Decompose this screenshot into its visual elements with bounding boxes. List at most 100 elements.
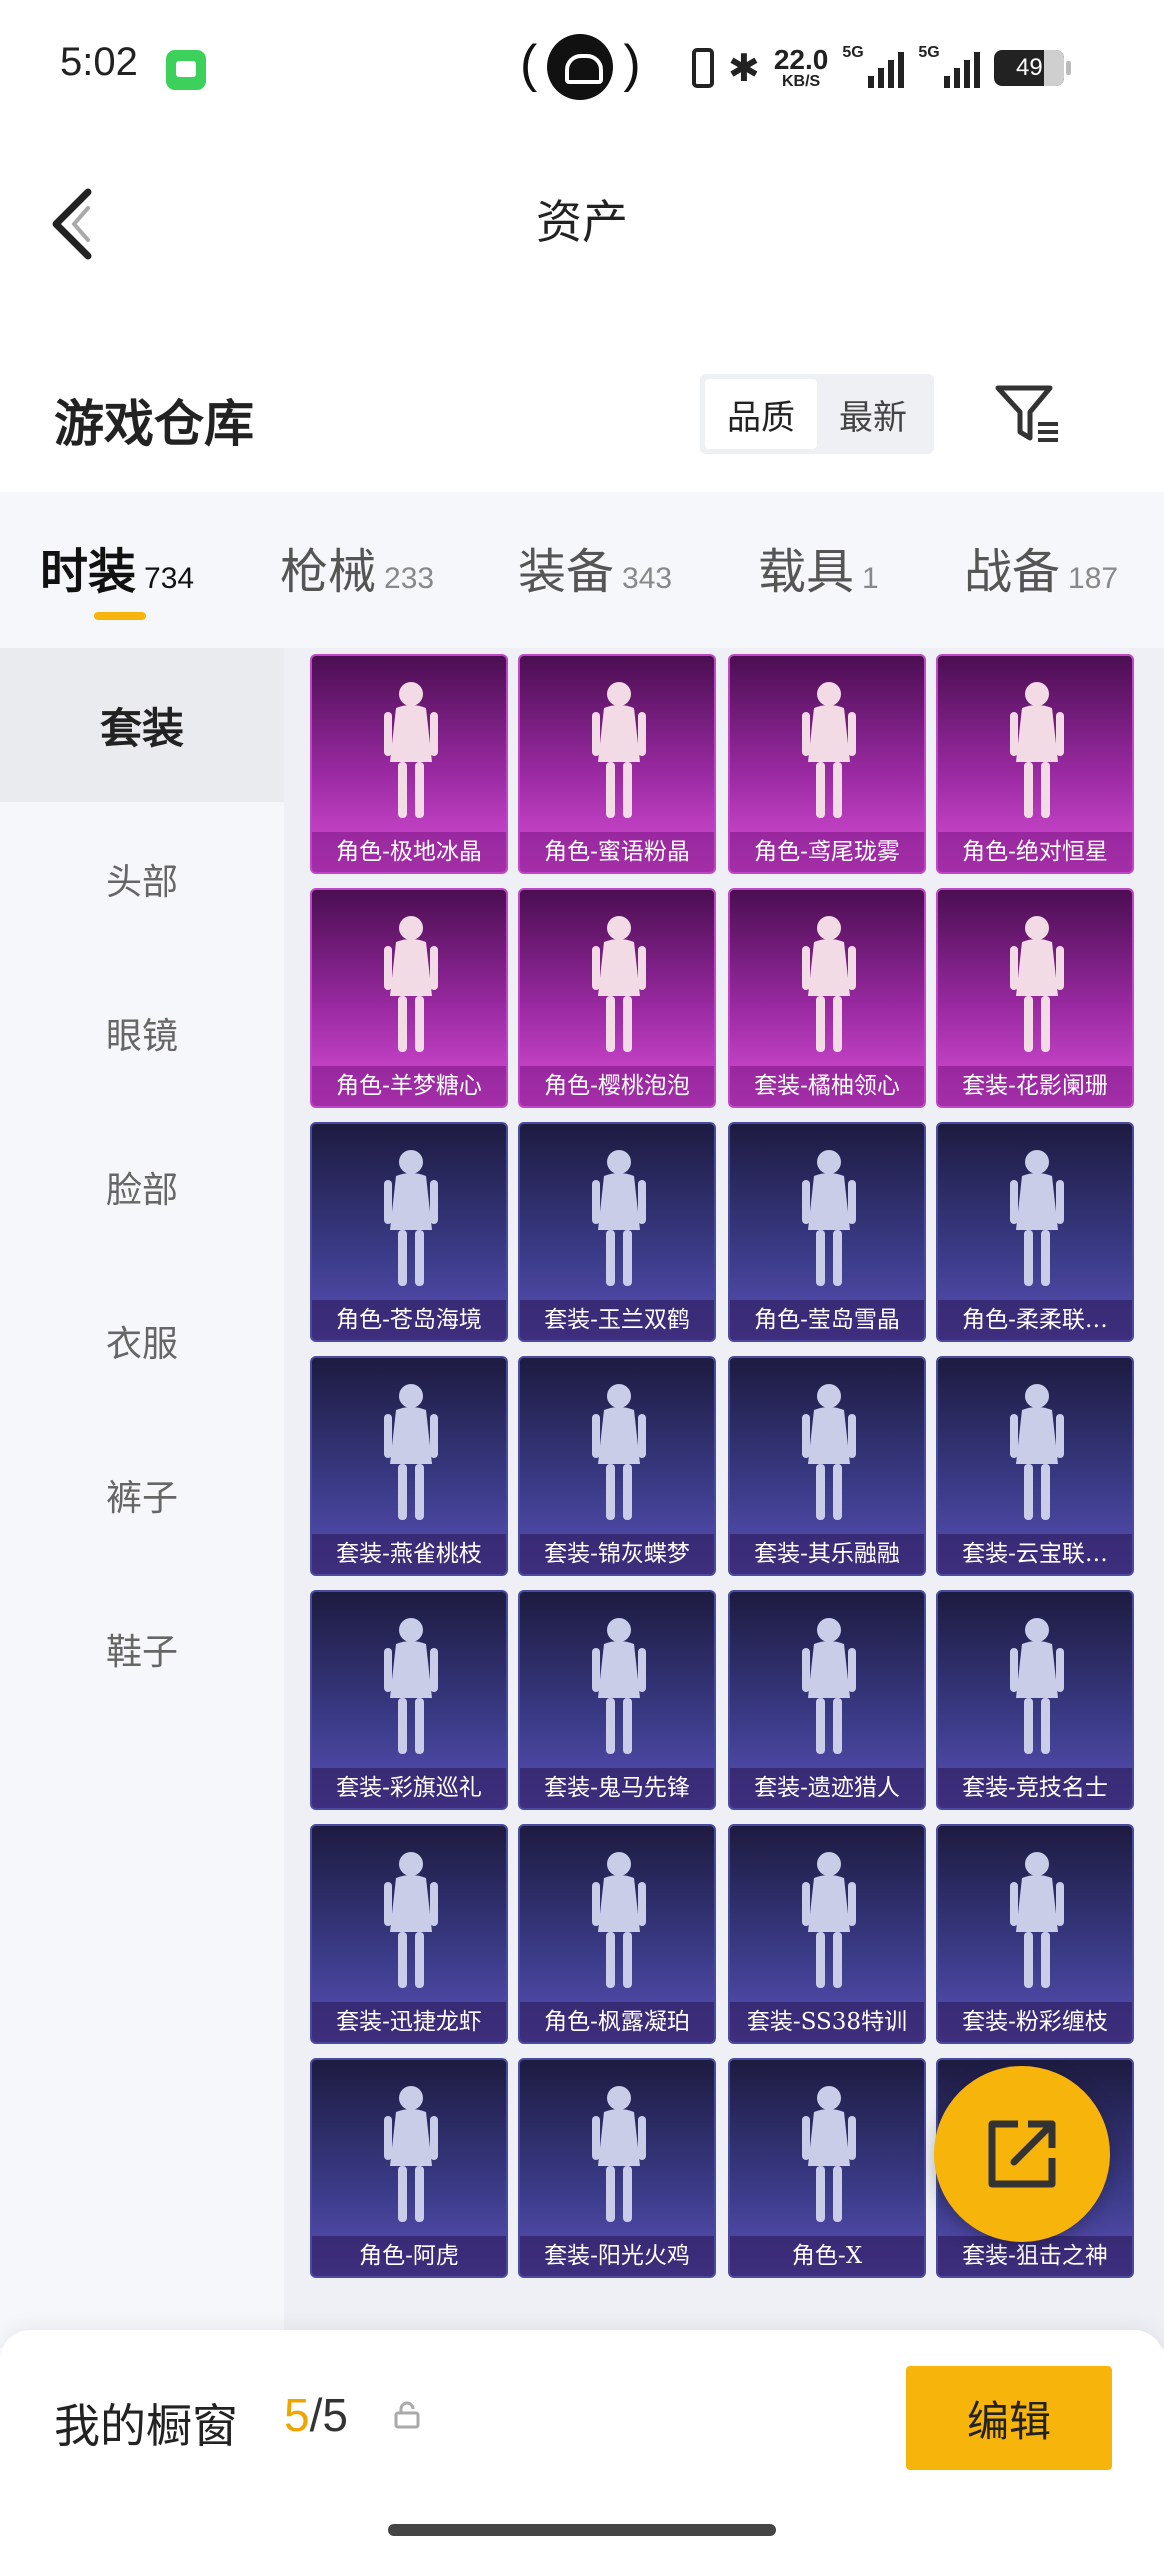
item-card[interactable]: 套装-竞技名士 <box>936 1590 1134 1810</box>
item-card-label: 套装-彩旗巡礼 <box>312 1768 506 1808</box>
outfit-preview-image <box>802 1150 856 1286</box>
item-card[interactable]: 套装-SS38特训 <box>728 1824 926 2044</box>
outfit-preview-image <box>1010 1150 1064 1286</box>
outfit-preview-image <box>802 916 856 1052</box>
outfit-preview-image <box>384 916 438 1052</box>
item-card[interactable]: 角色-蜜语粉晶 <box>518 654 716 874</box>
item-card[interactable]: 角色-苍岛海境 <box>310 1122 508 1342</box>
item-card[interactable]: 套装-玉兰双鹤 <box>518 1122 716 1342</box>
home-indicator[interactable] <box>388 2524 776 2536</box>
item-card[interactable]: 套装-阳光火鸡 <box>518 2058 716 2278</box>
item-card[interactable]: 角色-羊梦糖心 <box>310 888 508 1108</box>
item-card-label: 套装-云宝联… <box>938 1534 1132 1574</box>
outfit-preview-image <box>592 682 646 818</box>
outfit-preview-image <box>1010 682 1064 818</box>
title-bar: 资产 <box>0 140 1164 290</box>
item-card-label: 角色-极地冰晶 <box>312 832 506 872</box>
item-card[interactable]: 角色-枫露凝珀 <box>518 1824 716 2044</box>
item-card[interactable]: 套装-鬼马先锋 <box>518 1590 716 1810</box>
status-time: 5:02 <box>60 40 138 84</box>
tab-label: 战备 <box>964 544 1061 600</box>
outfit-preview-image <box>592 1150 646 1286</box>
sidebar-item-clothes[interactable]: 衣服 <box>0 1264 284 1418</box>
item-card[interactable]: 套装-其乐融融 <box>728 1356 926 1576</box>
item-card-label: 套装-迅捷龙虾 <box>312 2002 506 2042</box>
outfit-preview-image <box>592 1852 646 1988</box>
outfit-preview-image <box>1010 1384 1064 1520</box>
share-button[interactable] <box>934 2066 1110 2242</box>
outfit-preview-image <box>1010 916 1064 1052</box>
item-card-label: 套装-玉兰双鹤 <box>520 1300 714 1340</box>
item-card[interactable]: 角色-极地冰晶 <box>310 654 508 874</box>
item-card[interactable]: 角色-鸢尾珑雾 <box>728 654 926 874</box>
outfit-preview-image <box>592 916 646 1052</box>
item-card-label: 套装-遗迹猎人 <box>730 1768 924 1808</box>
item-card[interactable]: 角色-绝对恒星 <box>936 654 1134 874</box>
item-card-label: 角色-蜜语粉晶 <box>520 832 714 872</box>
item-card-label: 角色-鸢尾珑雾 <box>730 832 924 872</box>
tab-fashion[interactable]: 时装 734 <box>40 532 194 612</box>
speed-unit: KB/S <box>781 73 821 90</box>
item-card-label: 套装-橘柚领心 <box>730 1066 924 1106</box>
share-icon <box>988 2120 1056 2188</box>
item-card-label: 套装-竞技名士 <box>938 1768 1132 1808</box>
item-card-label: 套装-花影阑珊 <box>938 1066 1132 1106</box>
tab-count: 343 <box>622 562 673 595</box>
outfit-preview-image <box>802 1852 856 1988</box>
item-card[interactable]: 套装-云宝联… <box>936 1356 1134 1576</box>
item-card[interactable]: 套装-彩旗巡礼 <box>310 1590 508 1810</box>
item-card[interactable]: 套装-花影阑珊 <box>936 888 1134 1108</box>
sidebar-item-face[interactable]: 脸部 <box>0 1110 284 1264</box>
edit-button[interactable]: 编辑 <box>906 2366 1112 2470</box>
active-tab-indicator <box>94 612 146 620</box>
item-card-label: 角色-柔柔联… <box>938 1300 1132 1340</box>
sidebar-item-shoes[interactable]: 鞋子 <box>0 1572 284 1726</box>
sort-quality-button[interactable]: 品质 <box>705 379 817 449</box>
sort-newest-button[interactable]: 最新 <box>817 379 929 449</box>
item-card-label: 角色-樱桃泡泡 <box>520 1066 714 1106</box>
page-title: 资产 <box>536 195 628 249</box>
section-title: 游戏仓库 <box>54 394 254 453</box>
item-card[interactable]: 套装-遗迹猎人 <box>728 1590 926 1810</box>
lock-icon <box>394 2401 420 2429</box>
tab-vehicles[interactable]: 载具 1 <box>758 532 879 612</box>
outfit-preview-image <box>384 1852 438 1988</box>
tab-label: 载具 <box>758 544 855 600</box>
outfit-preview-image <box>802 682 856 818</box>
item-card-label: 角色-X <box>730 2236 924 2276</box>
tab-supplies[interactable]: 战备 187 <box>964 532 1118 612</box>
item-card[interactable]: 套装-橘柚领心 <box>728 888 926 1108</box>
sort-toggle: 品质 最新 <box>700 374 934 454</box>
network-type-1: 5G <box>842 44 864 61</box>
item-card-label: 套装-燕雀桃枝 <box>312 1534 506 1574</box>
signal-icon-1: 5G <box>842 44 905 88</box>
item-card[interactable]: 角色-X <box>728 2058 926 2278</box>
item-card[interactable]: 角色-莹岛雪晶 <box>728 1122 926 1342</box>
sidebar-item-glasses[interactable]: 眼镜 <box>0 956 284 1110</box>
outfit-preview-image <box>384 2086 438 2222</box>
sidebar-item-head[interactable]: 头部 <box>0 802 284 956</box>
item-card[interactable]: 套装-粉彩缠枝 <box>936 1824 1134 2044</box>
outfit-preview-image <box>384 682 438 818</box>
vibrate-icon <box>692 48 714 88</box>
battery-icon: 49 <box>994 50 1072 86</box>
showcase-count-current: 5 <box>284 2389 310 2441</box>
tab-weapons[interactable]: 枪械 233 <box>280 532 434 612</box>
category-tabs: 时装 734 枪械 233 装备 343 载具 1 战备 187 <box>0 492 1164 648</box>
item-card-label: 角色-羊梦糖心 <box>312 1066 506 1106</box>
item-card[interactable]: 角色-阿虎 <box>310 2058 508 2278</box>
filter-button[interactable] <box>994 382 1062 446</box>
item-card[interactable]: 角色-柔柔联… <box>936 1122 1134 1342</box>
item-card[interactable]: 角色-樱桃泡泡 <box>518 888 716 1108</box>
sidebar-item-suits[interactable]: 套装 <box>0 648 284 802</box>
item-card-label: 角色-绝对恒星 <box>938 832 1132 872</box>
tab-equipment[interactable]: 装备 343 <box>518 532 672 612</box>
item-card[interactable]: 套装-锦灰蝶梦 <box>518 1356 716 1576</box>
section-header: 游戏仓库 品质 最新 <box>0 360 1164 470</box>
item-card-label: 角色-枫露凝珀 <box>520 2002 714 2042</box>
sidebar: 套装 头部 眼镜 脸部 衣服 裤子 鞋子 <box>0 648 284 2348</box>
item-card[interactable]: 套装-燕雀桃枝 <box>310 1356 508 1576</box>
outfit-preview-image <box>1010 1852 1064 1988</box>
sidebar-item-pants[interactable]: 裤子 <box>0 1418 284 1572</box>
item-card[interactable]: 套装-迅捷龙虾 <box>310 1824 508 2044</box>
